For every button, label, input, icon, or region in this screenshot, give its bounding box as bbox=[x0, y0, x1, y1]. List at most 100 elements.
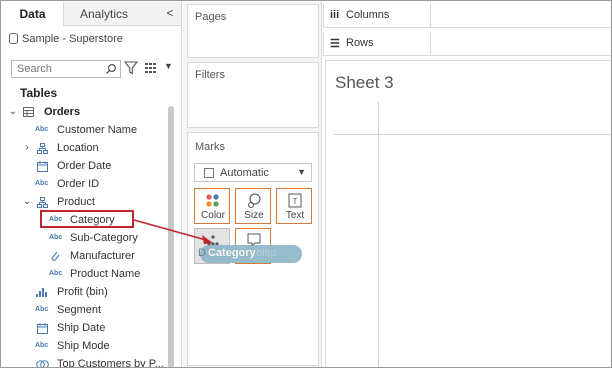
tables-heading: Tables bbox=[20, 86, 58, 100]
color-button[interactable]: Color bbox=[194, 188, 230, 224]
abc-dimension-icon: Abc bbox=[49, 234, 63, 241]
abc-dimension-icon: Abc bbox=[35, 180, 49, 187]
calendar-icon bbox=[37, 161, 48, 172]
vertical-axis-line bbox=[378, 102, 379, 367]
tree-item-label: Segment bbox=[57, 304, 102, 316]
pages-title: Pages bbox=[195, 11, 227, 23]
abc-dimension-icon: Abc bbox=[35, 342, 49, 349]
tree-item-sub-category[interactable]: Abc Sub-Category bbox=[2, 229, 168, 247]
svg-text:T: T bbox=[293, 197, 298, 206]
text-label: Text bbox=[285, 210, 305, 221]
automatic-mark-icon bbox=[204, 168, 214, 178]
tree-item-order-id[interactable]: Abc Order ID bbox=[2, 175, 168, 193]
collapse-pane-icon[interactable]: < bbox=[164, 6, 176, 20]
filters-shelf[interactable]: Filters bbox=[187, 62, 319, 128]
tree-item-segment[interactable]: Abc Segment bbox=[2, 301, 168, 319]
calendar-icon bbox=[37, 323, 48, 334]
data-pane-scrollbar[interactable] bbox=[168, 106, 174, 367]
search-field[interactable] bbox=[11, 60, 121, 78]
columns-label: Columns bbox=[346, 9, 390, 21]
columns-shelf[interactable]: iii Columns bbox=[323, 4, 611, 28]
rows-shelf-label: ☰ Rows bbox=[323, 32, 431, 56]
mark-type-label: Automatic bbox=[220, 167, 269, 179]
tree-item-label: Location bbox=[57, 142, 99, 154]
rows-label: Rows bbox=[346, 37, 374, 49]
sheet-title[interactable]: Sheet 3 bbox=[335, 73, 394, 93]
pages-shelf[interactable]: Pages bbox=[187, 4, 319, 58]
tree-item-label: Orders bbox=[44, 106, 81, 118]
dragged-field-label: Category bbox=[208, 247, 256, 259]
color-label: Color bbox=[201, 210, 225, 221]
pill-hidden-prefix: D bbox=[198, 247, 206, 259]
color-palette-icon bbox=[206, 194, 219, 207]
shelves-pane: Pages Filters Marks Automatic ▼ Color Si… bbox=[183, 2, 322, 367]
database-icon bbox=[9, 33, 18, 44]
rows-icon: ☰ bbox=[330, 38, 340, 50]
hierarchy-icon bbox=[37, 143, 48, 154]
horizontal-axis-line bbox=[334, 134, 611, 135]
tree-item-label: Order Date bbox=[57, 160, 112, 172]
bin-histogram-icon bbox=[36, 288, 47, 297]
tree-item-ship-date[interactable]: Ship Date bbox=[2, 319, 168, 337]
paperclip-icon bbox=[51, 251, 60, 261]
tree-item-label: Profit (bin) bbox=[57, 286, 108, 298]
chevron-down-icon[interactable]: ⌄ bbox=[8, 103, 18, 121]
chevron-right-icon[interactable]: › bbox=[22, 139, 32, 157]
tree-item-top-customers[interactable]: Top Customers by P... bbox=[2, 355, 168, 367]
mark-type-dropdown[interactable]: Automatic ▼ bbox=[194, 163, 312, 182]
columns-drop-zone[interactable] bbox=[431, 4, 611, 28]
tab-data[interactable]: Data bbox=[2, 2, 64, 26]
tree-item-label: Order ID bbox=[57, 178, 100, 190]
dragged-field-pill[interactable]: D Category oltip bbox=[198, 245, 302, 263]
rows-shelf[interactable]: ☰ Rows bbox=[323, 32, 611, 56]
search-icon[interactable] bbox=[105, 63, 117, 75]
abc-dimension-icon: Abc bbox=[35, 126, 49, 133]
hierarchy-icon bbox=[37, 197, 48, 208]
search-input[interactable] bbox=[12, 61, 104, 77]
filters-title: Filters bbox=[195, 69, 225, 81]
rows-drop-zone[interactable] bbox=[431, 32, 611, 56]
tree-item-label: Manufacturer bbox=[70, 250, 135, 262]
text-icon: T bbox=[288, 193, 302, 208]
columns-shelf-label: iii Columns bbox=[323, 4, 431, 28]
columns-icon: iii bbox=[330, 9, 340, 21]
abc-dimension-icon: Abc bbox=[35, 306, 49, 313]
set-icon bbox=[36, 360, 49, 367]
pane-tabs: Data Analytics < bbox=[2, 2, 181, 26]
size-icon bbox=[247, 193, 261, 209]
sheet-canvas[interactable]: Sheet 3 bbox=[325, 60, 611, 367]
marks-title: Marks bbox=[195, 141, 225, 153]
chevron-down-icon[interactable]: ⌄ bbox=[22, 193, 32, 211]
view-area: iii Columns ☰ Rows Sheet 3 bbox=[323, 2, 611, 367]
size-button[interactable]: Size bbox=[235, 188, 271, 224]
tree-item-customer-name[interactable]: Abc Customer Name bbox=[2, 121, 168, 139]
tree-item-label: Ship Mode bbox=[57, 340, 110, 352]
tree-item-order-date[interactable]: Order Date bbox=[2, 157, 168, 175]
data-source-label: Sample - Superstore bbox=[22, 33, 123, 45]
abc-dimension-icon: Abc bbox=[49, 270, 63, 277]
chevron-down-icon[interactable]: ▼ bbox=[297, 167, 306, 177]
tree-item-label: Customer Name bbox=[57, 124, 138, 136]
tree-item-location[interactable]: › Location bbox=[2, 139, 168, 157]
chevron-down-icon[interactable]: ▼ bbox=[164, 61, 173, 71]
data-pane: Data Analytics < Sample - Superstore Sea… bbox=[2, 2, 182, 367]
tree-item-ship-mode[interactable]: Abc Ship Mode bbox=[2, 337, 168, 355]
tree-item-manufacturer[interactable]: Manufacturer bbox=[2, 247, 168, 265]
search-row: ▼ bbox=[11, 60, 177, 78]
tree-item-product-name[interactable]: Abc Product Name bbox=[2, 265, 168, 283]
category-highlight-box bbox=[40, 210, 134, 228]
text-button[interactable]: T Text bbox=[276, 188, 312, 224]
tree-item-label: Ship Date bbox=[57, 322, 106, 334]
tree-item-product[interactable]: ⌄ Product bbox=[2, 193, 168, 211]
tree-item-label: Sub-Category bbox=[70, 232, 138, 244]
tree-item-profit-bin[interactable]: Profit (bin) bbox=[2, 283, 168, 301]
size-label: Size bbox=[244, 210, 264, 221]
tree-item-orders[interactable]: ⌄ Orders ▴ bbox=[2, 103, 174, 121]
tree-item-label: Product Name bbox=[70, 268, 141, 280]
filter-icon[interactable] bbox=[124, 61, 138, 75]
tableau-window: Data Analytics < Sample - Superstore Sea… bbox=[0, 0, 612, 368]
list-view-icon[interactable] bbox=[145, 62, 159, 74]
tab-analytics[interactable]: Analytics bbox=[64, 2, 144, 26]
data-source[interactable]: Sample - Superstore bbox=[2, 28, 181, 50]
table-icon bbox=[23, 107, 34, 117]
